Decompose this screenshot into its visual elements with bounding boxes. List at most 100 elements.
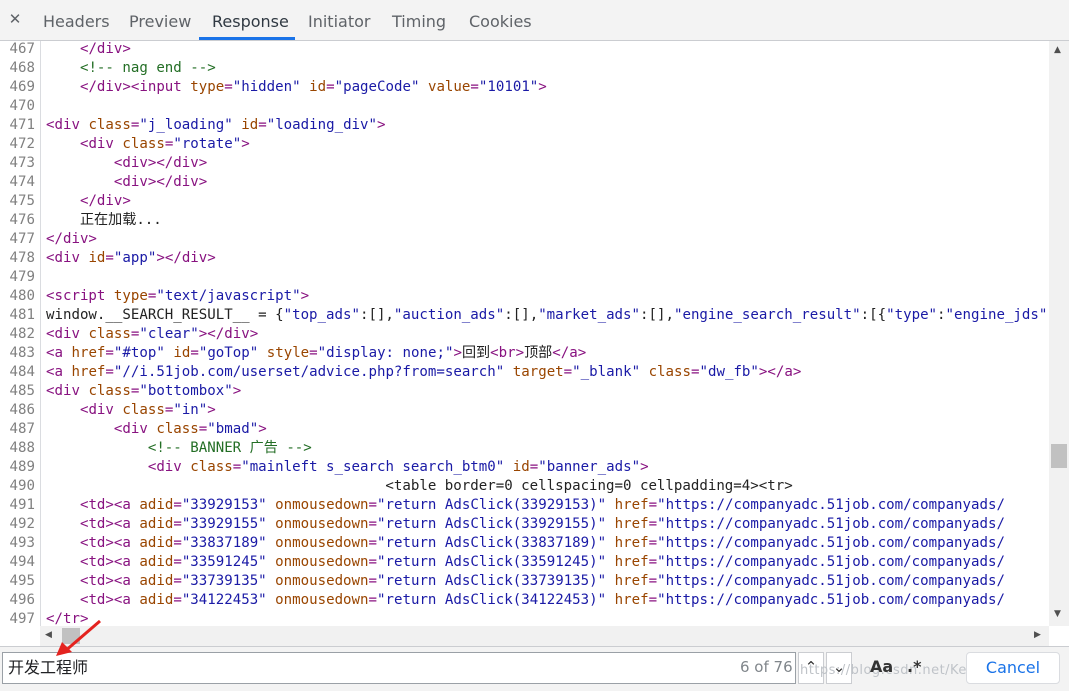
code-text: <!-- BANNER 广告 -->	[46, 439, 312, 458]
code-token: "type"	[886, 307, 938, 323]
code-token: onmousedown	[275, 592, 369, 608]
code-token: "33837189"	[181, 535, 267, 551]
regex-button[interactable]: .*	[907, 657, 921, 676]
line-number: 489	[9, 459, 35, 475]
code-token: =	[224, 79, 233, 95]
response-code-viewer[interactable]: 467 </div> 468 <!-- nag end --> 469 </div>…	[0, 41, 1049, 626]
code-token: adid	[139, 497, 174, 513]
code-token: ></div>	[198, 326, 259, 342]
code-token: href	[71, 364, 106, 380]
code-token: "_blank"	[572, 364, 641, 380]
line-number: 473	[9, 155, 35, 171]
tab-timing[interactable]: Timing	[392, 0, 446, 40]
code-text: <td><a adid="33591245" onmousedown="retu…	[46, 553, 1005, 572]
horizontal-scrollbar[interactable]: ◀ ▶	[40, 626, 1049, 646]
line-number: 490	[9, 478, 35, 494]
code-text: <div></div>	[46, 173, 207, 192]
vertical-scrollbar[interactable]: ▲ ▼	[1049, 41, 1069, 626]
tab-cookies[interactable]: Cookies	[469, 0, 532, 40]
code-token: 回到	[461, 345, 491, 361]
code-token: "auction_ads"	[393, 307, 505, 323]
code-token: =	[648, 497, 658, 513]
line-number: 495	[9, 573, 35, 589]
code-text: </div>	[46, 230, 97, 249]
search-input[interactable]: 开发工程师	[2, 652, 796, 684]
match-case-button[interactable]: Aa	[870, 657, 893, 676]
tab-response[interactable]: Response	[212, 0, 289, 40]
scroll-right-icon[interactable]: ▶	[1034, 630, 1041, 640]
code-token: id	[173, 345, 191, 361]
line-number: 497	[9, 611, 35, 626]
code-token: <div	[46, 117, 89, 133]
code-token: =	[105, 364, 114, 380]
code-token: <div></div>	[113, 155, 208, 171]
code-token: adid	[139, 592, 174, 608]
code-token: 正在加载...	[46, 212, 162, 228]
code-token: onmousedown	[275, 497, 369, 513]
code-token: href	[614, 573, 649, 589]
code-token: adid	[139, 554, 174, 570]
code-text: <a href="//i.51job.com/userset/advice.ph…	[46, 363, 801, 382]
cancel-button[interactable]: Cancel	[966, 652, 1060, 684]
code-token: "33739135"	[181, 573, 267, 589]
code-token: <div	[147, 459, 191, 475]
line-number: 487	[9, 421, 35, 437]
code-token: "bmad"	[207, 421, 259, 437]
code-token: >	[640, 459, 649, 475]
code-token: "top_ads"	[283, 307, 360, 323]
code-token: =	[105, 250, 114, 266]
code-token: 顶部	[524, 345, 553, 361]
code-text: </div>	[46, 192, 131, 211]
code-token: =	[691, 364, 700, 380]
line-number: 494	[9, 554, 35, 570]
code-token: "https://companyadc.51job.com/companyads…	[657, 516, 1005, 532]
code-token: <td><a	[79, 592, 140, 608]
code-token: =	[173, 497, 182, 513]
code-token: >	[207, 402, 216, 418]
code-token: >	[241, 136, 250, 152]
code-text: <div id="app"></div>	[46, 249, 216, 268]
code-token: <td><a	[79, 554, 140, 570]
code-token: "app"	[113, 250, 157, 266]
close-icon[interactable]: ✕	[6, 9, 24, 29]
code-token: "text/javascript"	[156, 288, 301, 304]
code-token: :[],	[640, 307, 674, 323]
tab-initiator[interactable]: Initiator	[308, 0, 370, 40]
code-token: style	[266, 345, 310, 361]
code-token: "33929155"	[181, 516, 267, 532]
code-token: "return AdsClick(33591245)"	[377, 554, 607, 570]
vertical-scroll-thumb[interactable]	[1051, 444, 1067, 468]
code-text: <div></div>	[46, 154, 207, 173]
code-token: "in"	[173, 402, 208, 418]
line-number: 471	[9, 117, 35, 133]
search-bar: 开发工程师 6 of 76 ⌃ ⌄ https://blog.csdn.net/…	[0, 646, 1069, 691]
code-token: "engine_search_result"	[673, 307, 861, 323]
tab-preview[interactable]: Preview	[129, 0, 191, 40]
scroll-down-icon[interactable]: ▼	[1054, 609, 1061, 619]
code-token: =	[368, 592, 378, 608]
code-token: :	[937, 307, 946, 323]
code-text: <a href="#top" id="goTop" style="display…	[46, 344, 586, 363]
code-token: value	[427, 79, 471, 95]
line-number: 470	[9, 98, 35, 114]
code-token: </div><input	[79, 79, 191, 95]
tab-headers[interactable]: Headers	[43, 0, 110, 40]
scroll-up-icon[interactable]: ▲	[1054, 45, 1061, 55]
code-token: "34122453"	[181, 592, 267, 608]
code-token: class	[122, 402, 165, 418]
code-token: adid	[139, 535, 174, 551]
code-token: "dw_fb"	[699, 364, 759, 380]
